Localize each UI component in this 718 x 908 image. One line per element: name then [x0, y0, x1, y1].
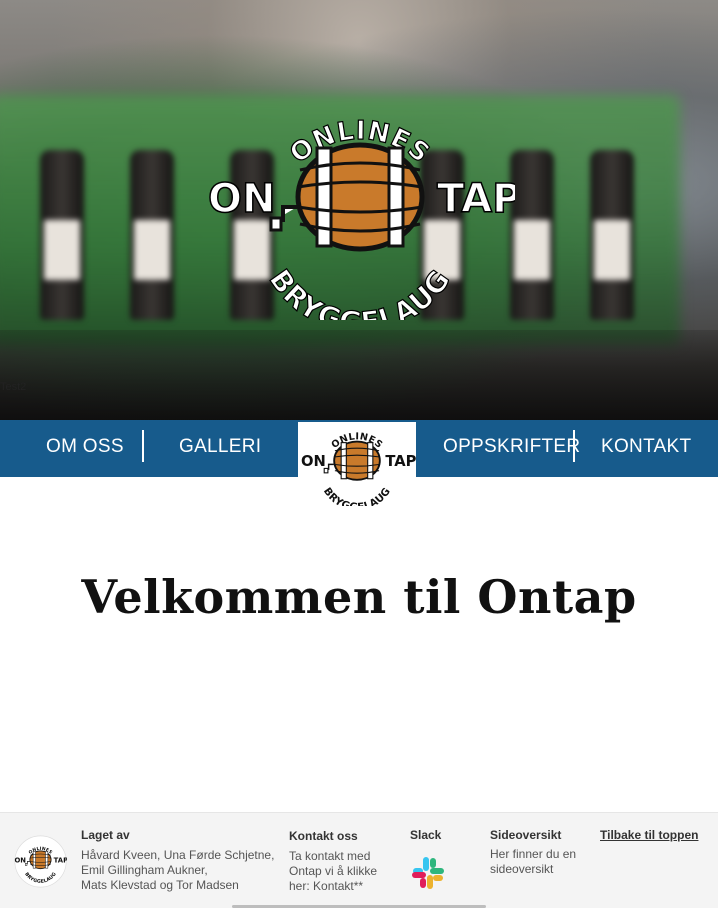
- bottle: [590, 150, 634, 320]
- contact-link[interactable]: her: Kontakt**: [289, 879, 377, 894]
- hero-banner: ONLINES ON TAP BRYGGELAUG Test2: [0, 0, 718, 420]
- made-by-line: Mats Klevstad og Tor Madsen: [81, 878, 239, 892]
- svg-text:ON: ON: [301, 453, 326, 470]
- bottle: [510, 150, 554, 320]
- nav-divider: [573, 430, 575, 462]
- sitemap-line: sideoversikt: [490, 862, 554, 876]
- svg-text:BRYGGELAUG: BRYGGELAUG: [321, 485, 393, 506]
- bottle: [130, 150, 174, 320]
- svg-text:ON: ON: [15, 856, 27, 864]
- hero-caption: Test2: [0, 381, 27, 393]
- svg-text:BRYGGELAUG: BRYGGELAUG: [263, 263, 457, 320]
- ontap-logo: ONLINES ON TAP BRYGGELAUG: [207, 115, 515, 320]
- back-to-top-link[interactable]: Tilbake til toppen: [600, 828, 698, 842]
- nav-oppskrifter[interactable]: OPPSKRIFTER: [443, 420, 580, 477]
- sitemap-text[interactable]: Her finner du en sideoversikt: [490, 847, 576, 877]
- bottle: [40, 150, 84, 320]
- contact-line: Ontap vi å klikke: [289, 864, 378, 878]
- contact-heading: Kontakt oss: [289, 829, 358, 843]
- nav-om-oss[interactable]: OM OSS: [46, 420, 124, 477]
- nav-kontakt[interactable]: KONTAKT: [601, 420, 691, 477]
- footer-logo: ONLINES ON TAP BRYGGELAUG: [15, 835, 67, 888]
- sitemap-heading: Sideoversikt: [490, 828, 562, 842]
- nav-divider: [142, 430, 144, 462]
- svg-text:ON: ON: [208, 176, 275, 222]
- made-by-text: Håvard Kveen, Una Førde Schjetne, Emil G…: [81, 848, 274, 893]
- made-by-heading: Laget av: [81, 828, 130, 842]
- site-footer: ONLINES ON TAP BRYGGELAUG Laget av Håvar…: [0, 812, 718, 908]
- nav-galleri[interactable]: GALLERI: [179, 420, 261, 477]
- contact-text[interactable]: Ta kontakt med Ontap vi å klikke her: Ko…: [289, 849, 377, 894]
- slack-icon[interactable]: [410, 855, 446, 891]
- slack-heading: Slack: [410, 828, 442, 842]
- made-by-line: Emil Gillingham Aukner,: [81, 863, 208, 877]
- sitemap-line: Her finner du en: [490, 847, 577, 861]
- ontap-logo-small: ONLINES ON TAP BRYGGELAUG: [301, 431, 417, 513]
- contact-line: Ta kontakt med: [289, 849, 371, 863]
- svg-text:TAP: TAP: [385, 453, 416, 470]
- page-title: Velkommen til Ontap: [81, 570, 637, 624]
- nav-home-logo[interactable]: ONLINES ON TAP BRYGGELAUG: [298, 422, 417, 514]
- svg-text:TAP: TAP: [54, 856, 67, 864]
- made-by-line: Håvard Kveen, Una Førde Schjetne,: [81, 848, 275, 862]
- table-shadow: [0, 330, 718, 420]
- svg-text:TAP: TAP: [437, 176, 515, 222]
